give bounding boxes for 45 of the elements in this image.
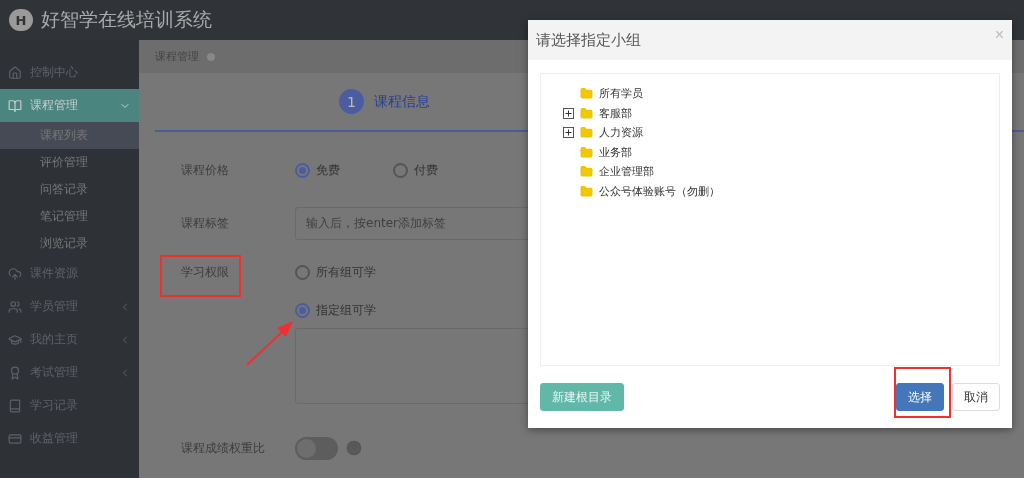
field-label: 学习权限: [181, 263, 230, 281]
folder-icon: [580, 106, 593, 120]
new-root-button[interactable]: 新建根目录: [540, 383, 624, 411]
radio-option[interactable]: 付费: [393, 161, 491, 179]
sidebar-subitem[interactable]: 笔记管理: [0, 203, 139, 230]
folder-icon: [580, 145, 593, 159]
close-button[interactable]: ×: [994, 26, 1004, 44]
cloud-upload-icon: [8, 266, 22, 281]
highlight-frame: [894, 367, 951, 418]
dot-icon: [207, 52, 215, 61]
folder-icon: [580, 87, 593, 101]
users-icon: [8, 299, 22, 314]
radio-option[interactable]: 免费: [295, 161, 393, 179]
annotation-arrow: [246, 321, 293, 366]
sidebar-subitem[interactable]: 浏览记录: [0, 230, 139, 257]
tree-node[interactable]: 客服部: [563, 103, 999, 123]
select-button[interactable]: 选择: [896, 383, 944, 411]
step-label: 课程信息: [374, 92, 430, 111]
plus-box-icon[interactable]: [563, 127, 574, 139]
folder-icon: [580, 165, 593, 179]
radio-option[interactable]: 指定组可学: [295, 301, 393, 319]
sidebar-subitem[interactable]: 评价管理: [0, 149, 139, 176]
tree-node[interactable]: 企业管理部: [563, 162, 999, 182]
book-icon: [8, 98, 22, 113]
card-icon: [8, 431, 22, 446]
toggle-switch[interactable]: [295, 436, 338, 460]
dialog-title: 请选择指定小组: [536, 30, 641, 50]
app-title: 好智学在线培训系统: [41, 7, 212, 32]
folder-icon: [580, 126, 593, 140]
tree-node[interactable]: 人力资源: [563, 123, 999, 143]
sidebar-item[interactable]: 课程管理: [0, 89, 139, 122]
step-number: 1: [339, 89, 364, 114]
app-logo: H: [9, 9, 33, 31]
sidebar-subitem[interactable]: 问答记录: [0, 176, 139, 203]
plus-box-icon[interactable]: [563, 107, 574, 119]
folder-icon: [580, 184, 593, 198]
badge-icon: [8, 365, 22, 380]
graduation-cap-icon: [8, 332, 22, 347]
cancel-button[interactable]: 取消: [952, 383, 1000, 411]
tree-node[interactable]: 业务部: [563, 142, 999, 162]
tree-node[interactable]: 公众号体验账号（勿删）: [563, 181, 999, 201]
book-icon: [8, 398, 22, 413]
home-icon: [8, 65, 22, 80]
radio-option[interactable]: 所有组可学: [295, 263, 393, 281]
tree-node[interactable]: 所有学员: [563, 84, 999, 104]
